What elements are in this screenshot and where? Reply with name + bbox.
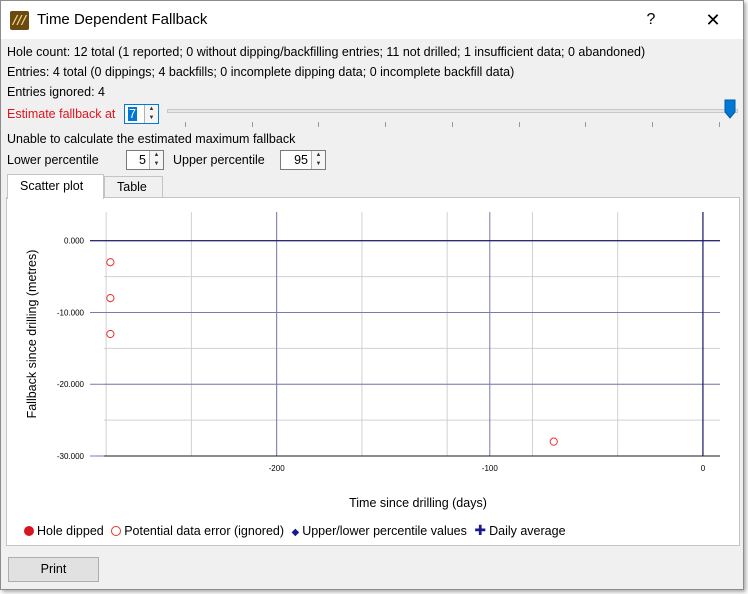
plus-icon: ✚: [474, 522, 487, 538]
scatter-chart: -200 -100 0 0.000 -10.000 -20.000 -30.000 Time …: [25, 212, 720, 510]
spin-up-icon[interactable]: ▲: [150, 151, 163, 160]
slider-tick: [652, 122, 653, 127]
x-tick-label: -200: [269, 464, 286, 473]
time-dependent-fallback-dialog: /// Time Dependent Fallback ? ✕ Hole cou…: [0, 0, 744, 590]
slider-tick: [452, 122, 453, 127]
filled-circle-icon: [24, 526, 34, 536]
data-point-potential-error: [106, 258, 115, 267]
spin-arrows[interactable]: ▲ ▼: [144, 105, 158, 123]
spin-up-icon[interactable]: ▲: [145, 105, 158, 114]
slider-tick: [252, 122, 253, 127]
slider-tick: [519, 122, 520, 127]
slider-tick: [585, 122, 586, 127]
upper-percentile-spinbox[interactable]: 95 ▲ ▼: [280, 150, 326, 170]
slider-tick: [185, 122, 186, 127]
y-tick-label: -30.000: [57, 452, 85, 461]
legend-item-daily-average: ✚ Daily average: [474, 522, 566, 538]
scatter-plot-panel: -200 -100 0 0.000 -10.000 -20.000 -30.000 Time …: [6, 197, 740, 546]
status-message: Unable to calculate the estimated maximu…: [7, 132, 296, 146]
entries-text: Entries: 4 total (0 dippings; 4 backfill…: [7, 65, 515, 79]
data-point-potential-error: [106, 294, 115, 303]
close-button[interactable]: ✕: [690, 5, 736, 35]
upper-percentile-label: Upper percentile: [173, 153, 265, 167]
data-point-potential-error: [106, 329, 115, 339]
hole-count-text: Hole count: 12 total (1 reported; 0 with…: [7, 45, 646, 59]
title-bar: /// Time Dependent Fallback ? ✕: [1, 1, 743, 39]
lower-percentile-value: 5: [139, 153, 146, 167]
lower-percentile-label: Lower percentile: [7, 153, 99, 167]
x-tick-label: -100: [482, 464, 499, 473]
spin-up-icon[interactable]: ▲: [312, 151, 325, 160]
help-button[interactable]: ?: [628, 5, 674, 35]
upper-percentile-value: 95: [294, 153, 308, 167]
x-tick-label: 0: [701, 464, 706, 473]
x-axis-title: Time since drilling (days): [349, 496, 487, 510]
y-tick-label: -20.000: [57, 380, 85, 389]
estimate-fallback-label: Estimate fallback at: [7, 107, 116, 121]
spin-arrows[interactable]: ▲ ▼: [149, 151, 163, 169]
lower-percentile-spinbox[interactable]: 5 ▲ ▼: [126, 150, 164, 170]
estimate-fallback-spinbox[interactable]: 7 ▲ ▼: [124, 104, 159, 124]
window-title: Time Dependent Fallback: [37, 11, 208, 28]
legend-item-hole-dipped: Hole dipped: [24, 524, 104, 538]
slider-tick: [719, 122, 720, 127]
data-point-potential-error: [549, 437, 558, 446]
tab-table[interactable]: Table: [104, 176, 163, 198]
spin-down-icon[interactable]: ▼: [145, 114, 158, 123]
open-circle-icon: [111, 526, 122, 536]
print-button[interactable]: Print: [8, 557, 99, 582]
y-tick-label: 0.000: [64, 237, 85, 246]
tab-scatter-plot[interactable]: Scatter plot: [7, 174, 104, 199]
app-icon: ///: [10, 11, 29, 30]
slider-thumb[interactable]: [724, 99, 736, 119]
entries-ignored-text: Entries ignored: 4: [7, 85, 105, 99]
estimate-fallback-slider[interactable]: [167, 109, 738, 113]
spin-down-icon[interactable]: ▼: [312, 160, 325, 169]
chart-legend: Hole dipped Potential data error (ignore…: [24, 522, 570, 539]
y-axis-title: Fallback since drilling (metres): [25, 250, 39, 419]
spin-down-icon[interactable]: ▼: [150, 160, 163, 169]
slider-tick: [385, 122, 386, 127]
diamond-icon: ◆: [291, 527, 300, 538]
spin-arrows[interactable]: ▲ ▼: [311, 151, 325, 169]
legend-item-potential-error: Potential data error (ignored): [111, 524, 284, 538]
slider-tick: [318, 122, 319, 127]
estimate-fallback-value: 7: [128, 107, 137, 121]
y-tick-label: -10.000: [57, 308, 85, 317]
legend-item-percentile: ◆ Upper/lower percentile values: [291, 524, 467, 538]
